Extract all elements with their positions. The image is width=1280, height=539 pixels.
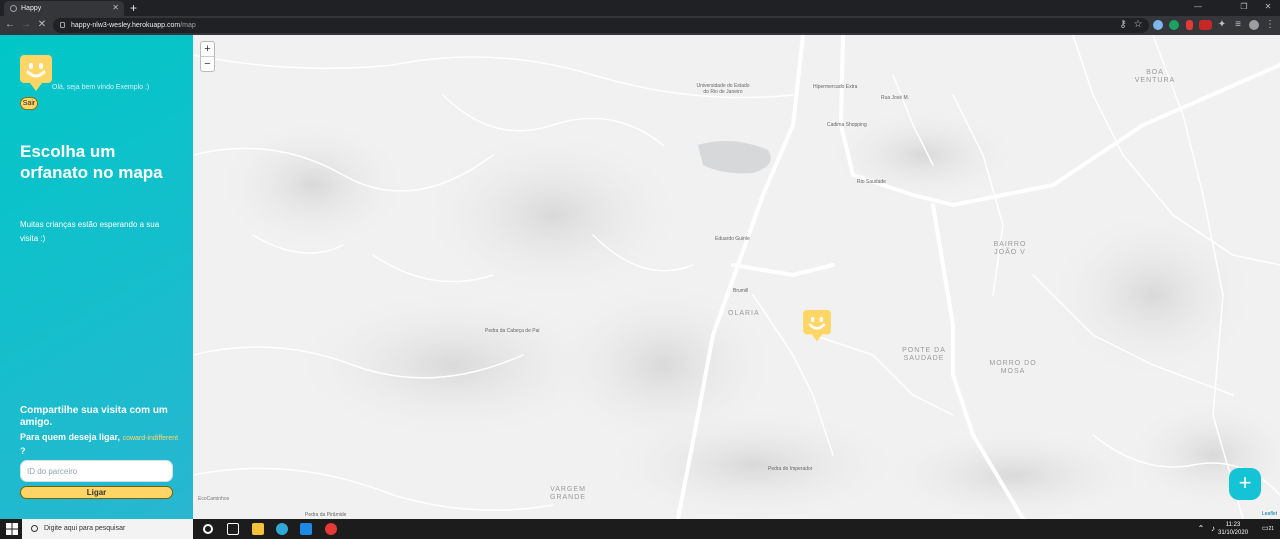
orphanage-marker-icon[interactable]	[803, 310, 831, 343]
maximize-icon[interactable]: ❐	[1232, 0, 1256, 16]
map-label-eduardo: Eduardo Guinle	[715, 236, 750, 242]
clock-time: 11:23	[1225, 522, 1241, 528]
page-title: Escolha um orfanato no mapa	[20, 142, 163, 182]
map-label-pedra-imperador: Pedra do Imperador	[768, 466, 813, 472]
profile-icon[interactable]	[1249, 20, 1259, 30]
menu-dots-icon[interactable]: ⋮	[1264, 19, 1276, 31]
lock-icon	[60, 22, 65, 28]
reading-list-icon[interactable]: ≡	[1232, 19, 1244, 31]
map-label-rio-saudade: Rio Saudade	[857, 179, 886, 185]
url-host: happy-nlw3-wesley.herokuapp.com	[71, 22, 181, 29]
partner-link[interactable]: coward-indifferent	[123, 435, 179, 442]
stop-loading-icon[interactable]: ✕	[36, 19, 48, 31]
cortana-icon[interactable]	[203, 524, 213, 534]
map-label-hipermercado: Hipermercado Extra	[813, 84, 858, 90]
key-icon[interactable]: ⚷	[1117, 19, 1129, 31]
zoom-in-button[interactable]: +	[201, 42, 214, 57]
taskbar: Digite aqui para pesquisar ⌃ ♪ 11:23 31/…	[0, 519, 1280, 539]
map-label-shopping: Cadima Shopping	[827, 122, 867, 128]
puzzle-icon[interactable]: ✦	[1216, 19, 1228, 31]
extension-icon[interactable]	[1153, 20, 1163, 30]
file-explorer-icon[interactable]	[252, 523, 264, 535]
area-ponte-saudade: PONTE DA SAUDADE	[902, 347, 946, 362]
page-subtitle: Muitas crianças estão esperando a sua vi…	[20, 220, 160, 243]
minimize-icon[interactable]: —	[1186, 0, 1210, 16]
area-vargem-grande: VARGEM GRANDE	[550, 486, 586, 501]
notification-icon[interactable]: ▭21	[1259, 523, 1277, 535]
extension-new-icon[interactable]	[1199, 20, 1212, 30]
share-question-text: Para quem deseja ligar,	[20, 432, 121, 442]
chrome-icon[interactable]	[325, 523, 337, 535]
sidebar: Olá, seja bem vindo Exemplo :) Sair Esco…	[0, 35, 193, 519]
search-icon	[31, 525, 38, 532]
map-label-rua-jose: Rua José M.	[881, 95, 910, 101]
create-orphanage-button[interactable]: +	[1229, 468, 1261, 500]
share-question-mark: ?	[20, 446, 26, 456]
notification-count: 21	[1268, 526, 1275, 532]
area-morro-mosa: MORRO DO MOSA	[989, 360, 1037, 375]
close-window-icon[interactable]: ✕	[1256, 0, 1280, 16]
task-view-icon[interactable]	[227, 523, 239, 535]
partner-id-input[interactable]	[20, 460, 173, 482]
loading-icon	[10, 5, 17, 12]
share-question: Para quem deseja ligar, coward-indiffere…	[20, 431, 180, 458]
happy-logo-icon	[20, 55, 52, 91]
area-bairro-joao: BAIRRO JOÃO V	[993, 241, 1027, 256]
back-icon[interactable]: ←	[4, 19, 16, 31]
taskbar-search[interactable]: Digite aqui para pesquisar	[22, 519, 193, 539]
edge-icon[interactable]	[276, 523, 288, 535]
map-label-brumill: Brumill	[733, 288, 749, 294]
extension-red-icon[interactable]	[1186, 20, 1193, 30]
share-title: Compartilhe sua visita com um amigo.	[20, 405, 168, 428]
zoom-control: + −	[200, 41, 215, 72]
windows-start-icon[interactable]	[6, 523, 18, 535]
address-bar[interactable]: happy-nlw3-wesley.herokuapp.com/map	[53, 18, 1149, 33]
map-tiles	[193, 35, 1280, 519]
browser-toolbar: ← → ✕ happy-nlw3-wesley.herokuapp.com/ma…	[0, 16, 1280, 35]
leaflet-attribution[interactable]: Leaflet	[1262, 511, 1277, 517]
area-boa-ventura: BOA VENTURA	[1134, 69, 1176, 84]
url-path: /map	[180, 22, 196, 29]
logout-button[interactable]: Sair	[20, 97, 38, 110]
extension-shield-icon[interactable]	[1169, 20, 1179, 30]
map-label-pedra-piramide: Pedra da Pirâmide	[305, 512, 347, 518]
taskbar-clock[interactable]: 11:23 31/10/2020	[1218, 521, 1248, 537]
taskbar-search-placeholder: Digite aqui para pesquisar	[44, 525, 126, 532]
tray-chevron-icon[interactable]: ⌃	[1195, 523, 1207, 535]
new-tab-button[interactable]: +	[130, 0, 137, 16]
browser-tab[interactable]: Happy ✕	[4, 1, 124, 16]
map-area[interactable]: + − Universidade do Estado do Rio de Jan…	[193, 35, 1280, 519]
forward-icon[interactable]: →	[20, 19, 32, 31]
browser-tab-bar: Happy ✕ + — ❐ ✕	[0, 0, 1280, 16]
area-olaria: OLARIA	[728, 310, 760, 317]
tab-title: Happy	[21, 5, 42, 12]
close-tab-icon[interactable]: ✕	[112, 3, 119, 12]
bookmark-star-icon[interactable]: ☆	[1132, 19, 1144, 31]
map-label-pedra-cabeca: Pedra da Cabeça de Pai	[485, 328, 540, 334]
map-label-uerj: Universidade do Estado do Rio de Janeiro	[696, 83, 750, 95]
ecocaminhos-label: EcoCaminhos	[198, 496, 230, 502]
clock-date: 31/10/2020	[1218, 530, 1249, 536]
call-button[interactable]: Ligar	[20, 486, 173, 499]
zoom-out-button[interactable]: −	[201, 57, 214, 72]
welcome-text: Olá, seja bem vindo Exemplo :)	[52, 84, 150, 91]
skype-icon[interactable]	[300, 523, 312, 535]
